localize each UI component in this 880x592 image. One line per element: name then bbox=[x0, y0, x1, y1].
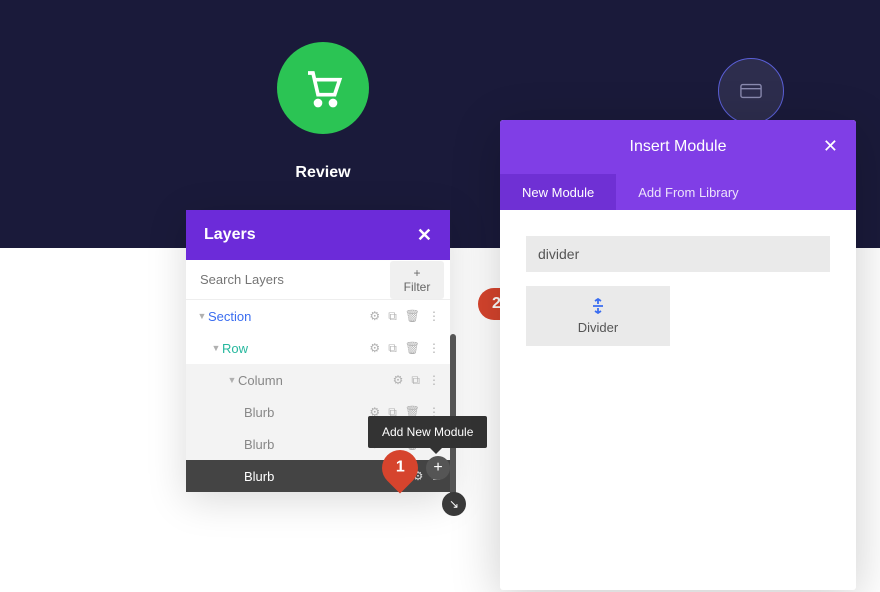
tooltip-add-module: Add New Module bbox=[368, 416, 487, 448]
more-icon[interactable]: ⋮ bbox=[428, 341, 440, 356]
module-tile-label: Divider bbox=[578, 320, 618, 335]
module-tile-divider[interactable]: Divider bbox=[526, 286, 670, 346]
layers-search-input[interactable] bbox=[186, 272, 390, 287]
duplicate-icon[interactable]: ⧉ bbox=[388, 341, 397, 356]
add-module-button[interactable]: + bbox=[426, 456, 450, 480]
cart-icon bbox=[277, 42, 369, 134]
duplicate-icon[interactable]: ⧉ bbox=[411, 373, 420, 388]
tab-new-module[interactable]: New Module bbox=[500, 174, 616, 210]
tree-row-row[interactable]: ▼ Row ⚙ ⧉ 🗑 ⋮ bbox=[186, 332, 450, 364]
review-label: Review bbox=[277, 164, 369, 182]
close-icon[interactable]: ✕ bbox=[823, 136, 838, 157]
layers-title: Layers bbox=[204, 226, 256, 244]
insert-module-panel: Insert Module ✕ New Module Add From Libr… bbox=[500, 120, 856, 590]
tree-row-column[interactable]: ▼ Column ⚙ ⧉ ⋮ bbox=[186, 364, 450, 396]
row-actions: ⚙ ⧉ 🗑 ⋮ bbox=[369, 309, 450, 324]
layers-header: Layers ✕ bbox=[186, 210, 450, 260]
tab-add-from-library[interactable]: Add From Library bbox=[616, 174, 760, 210]
filter-button[interactable]: + Filter bbox=[390, 261, 444, 299]
tree-row-section[interactable]: ▼ Section ⚙ ⧉ 🗑 ⋮ bbox=[186, 300, 450, 332]
gear-icon[interactable]: ⚙ bbox=[369, 341, 380, 356]
review-block: Review bbox=[277, 42, 369, 182]
chevron-down-icon: ▼ bbox=[226, 375, 238, 385]
module-search-input[interactable] bbox=[526, 236, 830, 272]
gear-icon[interactable]: ⚙ bbox=[369, 309, 380, 324]
close-icon[interactable]: ✕ bbox=[417, 225, 432, 246]
layers-panel: Layers ✕ + Filter ▼ Section ⚙ ⧉ 🗑 ⋮ ▼ Ro… bbox=[186, 210, 450, 492]
insert-module-header: Insert Module ✕ bbox=[500, 120, 856, 174]
chevron-down-icon: ▼ bbox=[210, 343, 222, 353]
more-icon[interactable]: ⋮ bbox=[428, 309, 440, 324]
more-icon[interactable]: ⋮ bbox=[428, 373, 440, 388]
trash-icon[interactable]: 🗑 bbox=[405, 309, 420, 324]
resize-handle-icon[interactable]: ↘ bbox=[442, 492, 466, 516]
gear-icon[interactable]: ⚙ bbox=[393, 373, 404, 388]
duplicate-icon[interactable]: ⧉ bbox=[388, 309, 397, 324]
insert-module-title: Insert Module bbox=[630, 138, 727, 156]
chevron-down-icon: ▼ bbox=[196, 311, 208, 321]
card-icon[interactable] bbox=[718, 58, 784, 124]
trash-icon[interactable]: 🗑 bbox=[405, 341, 420, 356]
layers-search-row: + Filter bbox=[186, 260, 450, 300]
insert-tabs: New Module Add From Library bbox=[500, 174, 856, 210]
